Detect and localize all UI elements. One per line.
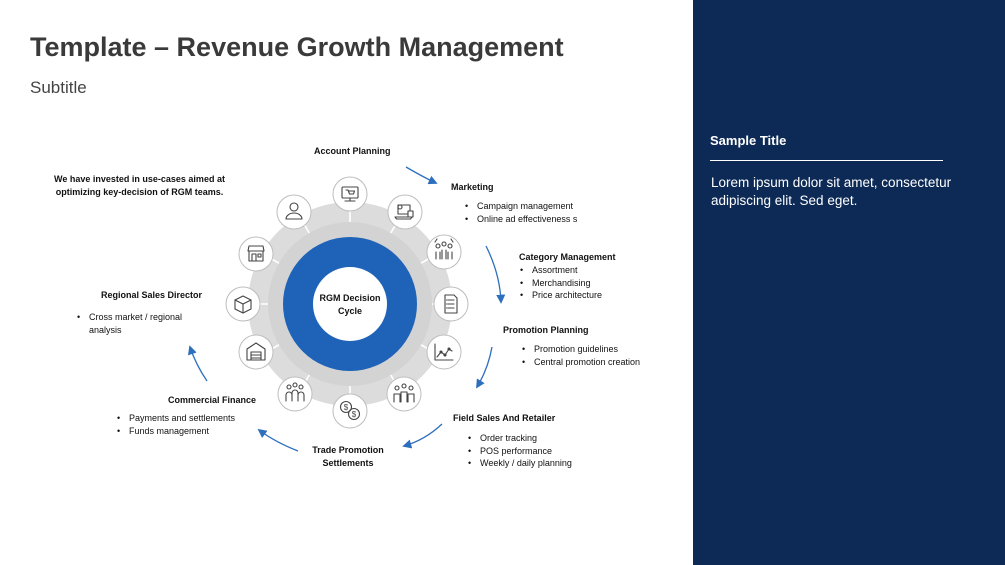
bullet-dot: • <box>77 312 81 322</box>
promotion-planning-bullets: Promotion guidelines Central promotion c… <box>520 343 640 368</box>
stage-field-sales: Field Sales And Retailer <box>453 413 556 423</box>
center-label-line2: Cycle <box>338 306 362 316</box>
arrow-to-field-sales <box>476 346 493 389</box>
list-item: Campaign management <box>463 200 577 213</box>
list-item: POS performance <box>466 445 572 458</box>
list-item: Payments and settlements <box>115 412 235 425</box>
stage-commercial-finance: Commercial Finance <box>168 395 257 405</box>
stage-promotion-planning: Promotion Planning <box>503 325 589 335</box>
list-item: Funds management <box>115 425 235 438</box>
list-item: Weekly / daily planning <box>466 457 572 470</box>
panel-body: Lorem ipsum dolor sit amet, consectetur … <box>711 175 952 208</box>
trade-promotion-line1: Trade Promotion <box>312 445 384 455</box>
regional-sales-bullet: • Cross market / regional analysis <box>75 311 182 336</box>
arrow-to-commercial-finance <box>257 428 299 452</box>
regional-sales-bullet-line1: Cross market / regional <box>89 312 183 322</box>
stage-marketing: Marketing <box>451 182 494 192</box>
stage-account-planning: Account Planning <box>314 146 391 156</box>
center-disc <box>313 267 387 341</box>
panel-divider <box>710 160 943 161</box>
trade-promotion-line2: Settlements <box>322 458 374 468</box>
list-item: Merchandising <box>518 277 602 290</box>
svg-text:$: $ <box>344 403 349 412</box>
panel-title: Sample Title <box>710 133 787 148</box>
stage-category-management: Category Management <box>519 252 616 262</box>
svg-text:$: $ <box>352 410 357 419</box>
list-item: Central promotion creation <box>520 356 640 369</box>
intro-note: We have invested in use-cases aimed at o… <box>54 174 225 197</box>
arrow-to-promotion-planning <box>485 245 506 304</box>
side-panel: Sample Title Lorem ipsum dolor sit amet,… <box>693 0 1005 565</box>
list-item: Assortment <box>518 264 602 277</box>
arrow-to-trade-promotion <box>402 423 443 449</box>
category-management-bullets: Assortment Merchandising Price architect… <box>518 264 602 302</box>
field-sales-bullets: Order tracking POS performance Weekly / … <box>466 432 572 470</box>
commercial-finance-bullets: Payments and settlements Funds managemen… <box>115 412 235 437</box>
stage-trade-promotion: Trade Promotion Settlements <box>298 444 398 470</box>
list-item: Online ad effectiveness s <box>463 213 577 226</box>
stage-regional-sales: Regional Sales Director <box>101 290 203 300</box>
marketing-bullets: Campaign management Online ad effectiven… <box>463 200 577 225</box>
list-item: Promotion guidelines <box>520 343 640 356</box>
arrow-to-marketing <box>405 166 438 185</box>
list-item: Price architecture <box>518 289 602 302</box>
list-item: Order tracking <box>466 432 572 445</box>
center-label-line1: RGM Decision <box>319 293 380 303</box>
regional-sales-bullet-line2: analysis <box>89 324 122 335</box>
arrow-to-regional-sales <box>187 345 208 382</box>
